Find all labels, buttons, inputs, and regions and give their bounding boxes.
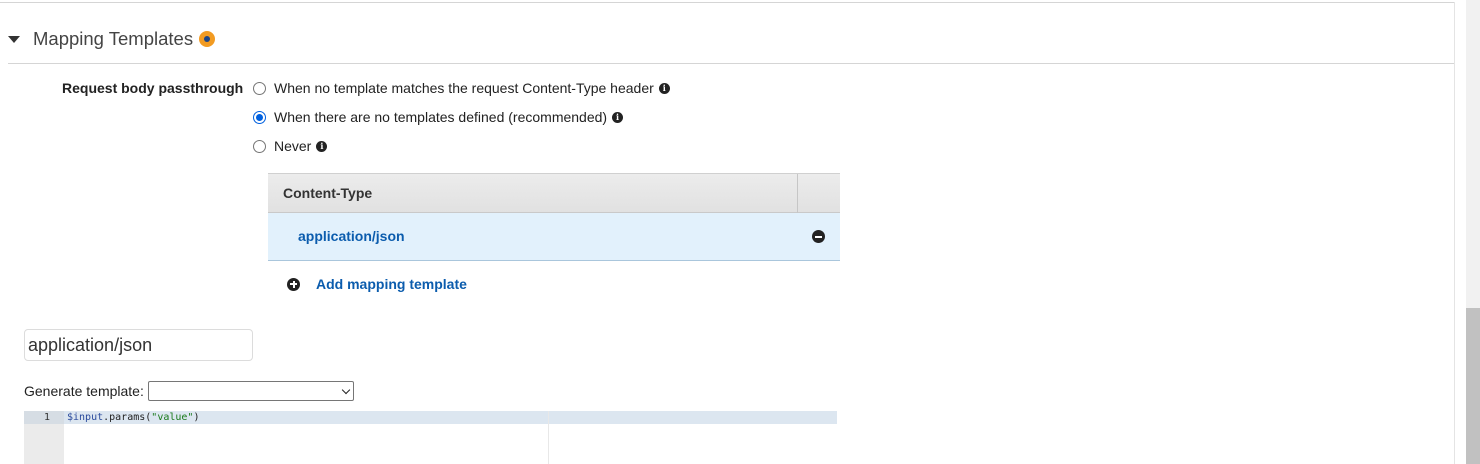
code-string: "value" bbox=[151, 412, 194, 423]
select-chevron-icon bbox=[341, 385, 351, 395]
add-mapping-template-link[interactable]: Add mapping template bbox=[316, 276, 467, 292]
passthrough-label: Request body passthrough bbox=[62, 80, 244, 96]
mapping-templates-header[interactable]: Mapping Templates bbox=[8, 27, 216, 51]
code-method: .params( bbox=[103, 412, 152, 423]
template-code-editor[interactable]: 1 $input.params("value") bbox=[24, 411, 837, 464]
code-variable: $input bbox=[67, 412, 104, 423]
header-column-divider bbox=[797, 174, 798, 213]
code-close: ) bbox=[193, 412, 200, 423]
radio-label-no-match: When no template matches the request Con… bbox=[274, 80, 654, 96]
radio-never[interactable] bbox=[253, 139, 266, 153]
caret-down-icon[interactable] bbox=[8, 35, 20, 43]
add-mapping-template-button[interactable]: Add mapping template bbox=[287, 275, 467, 293]
info-icon[interactable]: i bbox=[316, 140, 328, 152]
generate-template-label: Generate template: bbox=[24, 383, 144, 399]
content-type-header-label: Content-Type bbox=[283, 185, 373, 201]
scrollbar-thumb[interactable] bbox=[1466, 308, 1480, 464]
section-divider bbox=[8, 63, 1454, 64]
top-divider bbox=[0, 2, 1454, 3]
info-icon[interactable]: i bbox=[658, 82, 670, 94]
radio-label-no-templates: When there are no templates defined (rec… bbox=[274, 109, 608, 125]
section-title: Mapping Templates bbox=[33, 28, 194, 49]
content-type-row-label[interactable]: application/json bbox=[298, 228, 405, 244]
remove-icon[interactable] bbox=[812, 230, 825, 243]
code-line[interactable]: $input.params("value") bbox=[67, 411, 199, 424]
line-number: 1 bbox=[43, 412, 50, 423]
radio-no-templates[interactable] bbox=[253, 110, 266, 124]
passthrough-option-never[interactable]: Never i bbox=[253, 137, 328, 155]
content-type-table: Content-Type application/json bbox=[268, 173, 840, 261]
content-type-row[interactable]: application/json bbox=[268, 213, 840, 261]
passthrough-option-no-match[interactable]: When no template matches the request Con… bbox=[253, 79, 670, 97]
radio-label-never: Never bbox=[274, 138, 312, 154]
generate-template-select[interactable] bbox=[148, 381, 354, 401]
right-divider bbox=[1454, 2, 1455, 464]
editor-print-margin bbox=[548, 411, 549, 464]
radio-no-match[interactable] bbox=[253, 81, 266, 95]
content-type-table-header: Content-Type bbox=[268, 173, 840, 213]
info-icon[interactable]: i bbox=[612, 111, 624, 123]
add-icon[interactable] bbox=[287, 277, 300, 291]
passthrough-option-no-templates[interactable]: When there are no templates defined (rec… bbox=[253, 108, 624, 126]
content-type-input[interactable] bbox=[24, 329, 253, 361]
status-dot-icon bbox=[199, 31, 216, 47]
